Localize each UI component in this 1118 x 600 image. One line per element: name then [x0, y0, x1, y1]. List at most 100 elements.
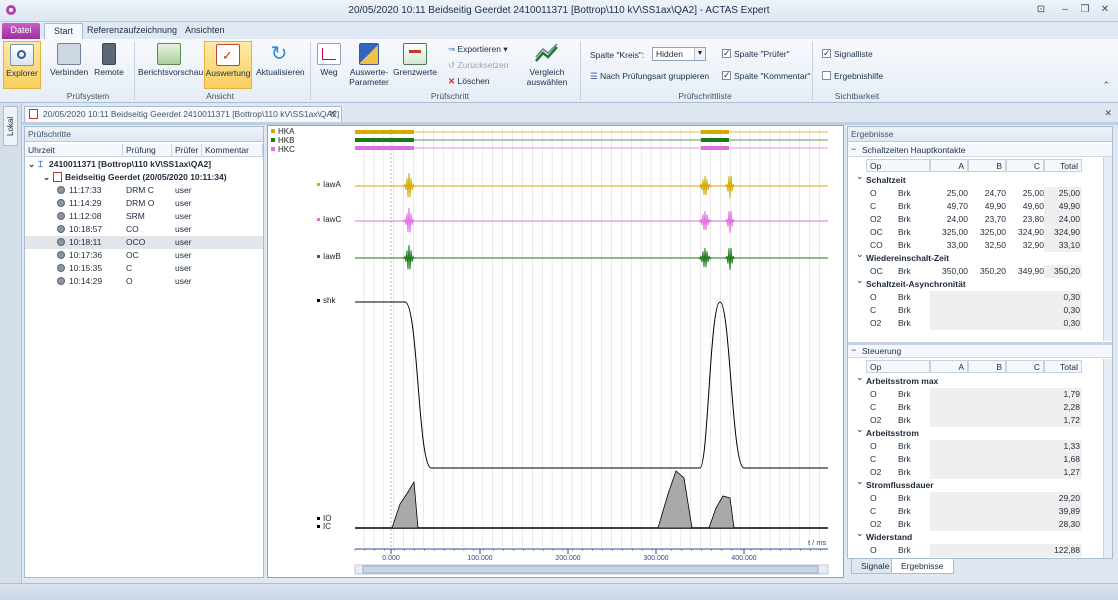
- maximize-button[interactable]: ❐: [1078, 3, 1092, 17]
- document-close-icon[interactable]: ✕: [1104, 108, 1112, 119]
- tree-root[interactable]: ⌄ ⌶ 2410011371 [Bottrop\110 kV\SS1ax\QA2…: [25, 158, 263, 171]
- result-row[interactable]: O Brk 122,88: [866, 544, 1100, 557]
- delete-button[interactable]: ✕ Löschen: [448, 75, 490, 87]
- result-row[interactable]: OC Brk 350,00 350,20 349,90 350,20: [866, 265, 1100, 278]
- step-row[interactable]: 10:17:36 OC user: [25, 249, 263, 262]
- col-test[interactable]: Prüfung: [123, 144, 172, 157]
- result-row[interactable]: C Brk 49,70 49,90 49,60 49,90: [866, 200, 1100, 213]
- results-scrollbar-bottom[interactable]: [1103, 359, 1112, 558]
- step-row[interactable]: 10:18:11 OCO user: [25, 236, 263, 249]
- empty-cell: [930, 440, 1044, 453]
- step-row[interactable]: 10:14:29 Ouser: [25, 275, 263, 288]
- step-test: DRM O: [126, 198, 155, 208]
- checkbox-icon: [722, 47, 731, 59]
- path-button[interactable]: Weg: [315, 41, 343, 89]
- col-tester-checkbox[interactable]: Spalte "Prüfer": [722, 47, 790, 60]
- local-tab[interactable]: Lokal: [3, 106, 18, 146]
- compare-button[interactable]: Vergleich auswählen: [524, 41, 570, 89]
- remote-button[interactable]: Remote: [92, 41, 126, 89]
- step-row[interactable]: 10:18:57 CO user: [25, 223, 263, 236]
- group-by-type-label: Nach Prüfungsart gruppieren: [600, 71, 710, 81]
- result-row[interactable]: OC Brk 325,00 325,00 324,90 324,90: [866, 226, 1100, 239]
- result-row[interactable]: O Brk 25,00 24,70 25,00 25,00: [866, 187, 1100, 200]
- col-op[interactable]: Op: [866, 360, 930, 373]
- result-row[interactable]: O Brk 0,30: [866, 291, 1100, 304]
- result-group[interactable]: Arbeitsstrom: [856, 423, 1100, 440]
- result-group-label: Widerstand: [866, 532, 913, 542]
- tab-file[interactable]: Datei: [2, 23, 40, 39]
- result-row[interactable]: O Brk 29,20: [866, 492, 1100, 505]
- report-preview-button[interactable]: Berichtsvorschau: [138, 41, 203, 89]
- close-icon[interactable]: ✕: [329, 107, 337, 122]
- result-row[interactable]: O Brk 1,79: [866, 388, 1100, 401]
- result-row[interactable]: O Brk 1,33: [866, 440, 1100, 453]
- result-row[interactable]: O2 Brk 0,30: [866, 317, 1100, 330]
- result-row[interactable]: O2 Brk 24,00 23,70 23,80 24,00: [866, 213, 1100, 226]
- connect-button[interactable]: Verbinden: [50, 41, 88, 89]
- col-total[interactable]: Total: [1044, 360, 1082, 373]
- column-circle-select[interactable]: Hidden ▼: [652, 47, 706, 61]
- col-op[interactable]: Op: [866, 159, 930, 172]
- tab-reference[interactable]: Referenzaufzeichnung: [78, 23, 186, 39]
- col-c[interactable]: C: [1006, 159, 1044, 172]
- step-row[interactable]: 11:14:29 DRM O user: [25, 197, 263, 210]
- step-row[interactable]: 10:15:35 Cuser: [25, 262, 263, 275]
- step-time: 11:12:08: [69, 211, 102, 221]
- result-row[interactable]: O2 Brk 1,27: [866, 466, 1100, 479]
- result-group[interactable]: Arbeitsstrom max: [856, 371, 1100, 388]
- result-a: 25,00: [946, 188, 968, 198]
- col-b[interactable]: B: [968, 159, 1006, 172]
- result-total: 2,28: [1044, 401, 1082, 414]
- empty-cell: [930, 291, 1044, 304]
- result-op: CO: [870, 240, 883, 250]
- col-comment-checkbox[interactable]: Spalte "Kommentar": [722, 69, 810, 82]
- step-row[interactable]: 11:17:33 DRM C user: [25, 184, 263, 197]
- tree-session[interactable]: ⌄ Beidseitig Geerdet (20/05/2020 10:11:3…: [25, 171, 263, 184]
- result-row[interactable]: O2 Brk 28,30: [866, 518, 1100, 531]
- result-row[interactable]: CO Brk 33,00 32,50 32,90 33,10: [866, 239, 1100, 252]
- explorer-button[interactable]: Explorer: [3, 41, 41, 89]
- help-icon[interactable]: ⊡: [1034, 3, 1048, 17]
- step-row[interactable]: 11:12:08 SRM user: [25, 210, 263, 223]
- empty-cell: [930, 317, 1044, 330]
- col-a[interactable]: A: [930, 360, 968, 373]
- limits-button[interactable]: Grenzwerte: [393, 41, 437, 89]
- col-comment[interactable]: Kommentar: [202, 144, 263, 157]
- refresh-button[interactable]: ↻ Aktualisieren: [256, 41, 305, 89]
- result-group[interactable]: Widerstand: [856, 527, 1100, 544]
- document-tab[interactable]: 20/05/2020 10:11 Beidseitig Geerdet 2410…: [24, 106, 342, 122]
- col-tester[interactable]: Prüfer: [172, 144, 202, 157]
- export-button[interactable]: ⇒ Exportieren ▾: [448, 43, 508, 55]
- section-main-contacts[interactable]: Schaltzeiten Hauptkontakte: [848, 143, 1112, 157]
- minimize-button[interactable]: –: [1058, 3, 1072, 17]
- tick-label: 100.000: [467, 555, 492, 562]
- result-help-checkbox[interactable]: Ergebnishilfe: [822, 70, 883, 82]
- result-row[interactable]: C Brk 1,68: [866, 453, 1100, 466]
- evaluation-button[interactable]: ✓ Auswertung: [204, 41, 252, 89]
- result-group[interactable]: Stromflussdauer: [856, 475, 1100, 492]
- result-row[interactable]: O2 Brk 1,72: [866, 414, 1100, 427]
- result-row[interactable]: C Brk 2,28: [866, 401, 1100, 414]
- results-scrollbar-top[interactable]: [1103, 157, 1112, 341]
- result-row[interactable]: C Brk 0,30: [866, 304, 1100, 317]
- result-group[interactable]: Schaltzeit-Asynchronität: [856, 274, 1100, 291]
- section-control[interactable]: Steuerung: [848, 344, 1112, 358]
- close-button[interactable]: ✕: [1098, 3, 1112, 17]
- col-a[interactable]: A: [930, 159, 968, 172]
- col-c[interactable]: C: [1006, 360, 1044, 373]
- eval-params-button[interactable]: Auswerte- Parameter: [346, 41, 392, 89]
- tab-results[interactable]: Ergebnisse: [891, 559, 954, 574]
- result-group[interactable]: Schaltzeit: [856, 170, 1100, 187]
- col-total[interactable]: Total: [1044, 159, 1082, 172]
- col-b[interactable]: B: [968, 360, 1006, 373]
- signal-chart[interactable]: HKA HKB HKC IawA IawC IawB shk IO IC t / ms 0.000 1…: [267, 125, 844, 578]
- ribbon-collapse-icon[interactable]: ⌃: [1102, 80, 1110, 91]
- result-group[interactable]: Wiedereinschalt-Zeit: [856, 248, 1100, 265]
- reset-button[interactable]: ↺ Zurücksetzen: [448, 59, 509, 71]
- group-by-type-button[interactable]: ☰ Nach Prüfungsart gruppieren: [590, 70, 709, 82]
- export-label: Exportieren: [457, 44, 501, 54]
- result-row[interactable]: C Brk 39,89: [866, 505, 1100, 518]
- tab-views[interactable]: Ansichten: [176, 23, 234, 39]
- col-time[interactable]: Uhrzeit: [25, 144, 123, 157]
- signal-list-checkbox[interactable]: Signalliste: [822, 47, 873, 60]
